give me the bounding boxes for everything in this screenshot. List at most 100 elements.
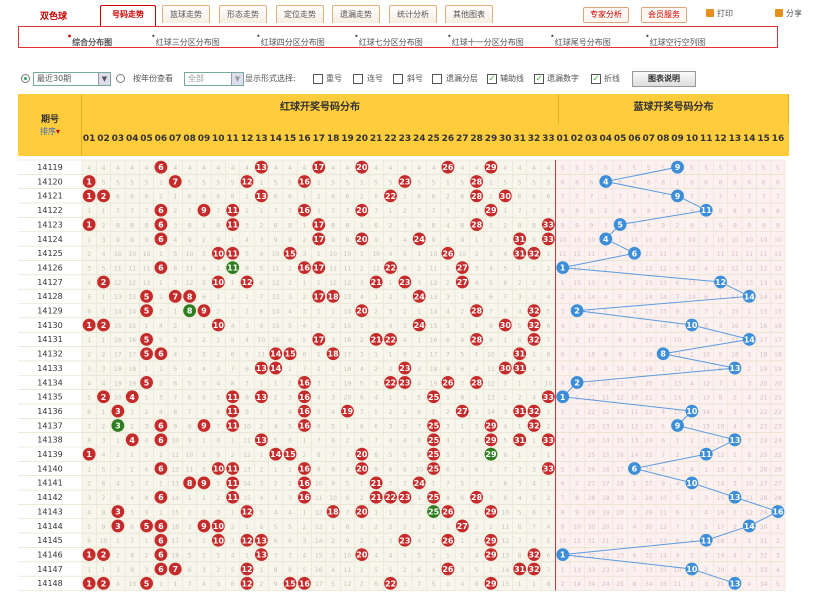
miss-count: 5	[216, 179, 220, 186]
miss-count: 6	[676, 509, 680, 516]
miss-count: 3	[518, 294, 522, 301]
miss-count: 4	[288, 509, 292, 516]
miss-count: 18	[645, 352, 653, 359]
miss-count: 1	[145, 366, 149, 373]
miss-count: 1	[460, 294, 464, 301]
miss-count: 9	[116, 237, 120, 244]
period-label: 14133	[37, 364, 62, 373]
miss-count: 6	[130, 524, 134, 531]
miss-count: 9	[719, 409, 723, 416]
ball-number: 6	[158, 350, 164, 359]
miss-count: 5	[360, 380, 364, 387]
miss-count: 8	[747, 208, 751, 215]
miss-count: 14	[659, 552, 667, 559]
miss-count: 20	[114, 395, 122, 402]
miss-count: 7	[460, 509, 464, 516]
miss-count: 9	[561, 524, 565, 531]
miss-count: 4	[747, 395, 751, 402]
miss-count: 7	[173, 280, 177, 287]
ball-number: 25	[428, 493, 440, 502]
miss-count: 1	[274, 380, 278, 387]
miss-count: 3	[202, 251, 206, 258]
miss-count: 3	[145, 567, 149, 574]
miss-count: 5	[417, 395, 421, 402]
miss-count: 2	[259, 466, 263, 473]
miss-count: 13	[717, 466, 725, 473]
miss-count: 4	[633, 309, 637, 316]
miss-count: 5	[389, 452, 393, 459]
miss-count: 1	[489, 222, 493, 229]
miss-count: 30	[588, 524, 596, 531]
miss-count: 11	[186, 265, 194, 272]
miss-count: 2	[216, 309, 220, 316]
miss-count: 1	[489, 466, 493, 473]
miss-count: 1	[159, 481, 163, 488]
miss-count: 3	[403, 581, 407, 588]
ball-number: 17	[313, 235, 324, 244]
ball-number: 25	[428, 465, 440, 474]
miss-count: 4	[417, 538, 421, 545]
miss-count: 15	[272, 323, 280, 330]
miss-count: 1	[561, 567, 565, 574]
ball-number: 12	[241, 278, 252, 287]
miss-count: 4	[575, 366, 579, 373]
miss-count: 3	[259, 481, 263, 488]
ball-number: 11	[227, 407, 239, 416]
miss-count: 6	[331, 438, 335, 445]
miss-count: 1	[446, 581, 450, 588]
miss-count: 13	[674, 380, 682, 387]
miss-count: 4	[389, 552, 393, 559]
miss-count: 3	[216, 581, 220, 588]
miss-count: 12	[502, 538, 510, 545]
ball-number: 29	[485, 163, 497, 172]
miss-count: 4	[532, 395, 536, 402]
ball-number: 23	[399, 536, 410, 545]
miss-count: 10	[415, 466, 423, 473]
miss-count: 5	[102, 466, 106, 473]
miss-count: 4	[145, 165, 149, 172]
miss-count: 10	[128, 581, 136, 588]
ball-number: 6	[158, 436, 164, 445]
miss-count: 7	[346, 509, 350, 516]
miss-count: 9	[288, 237, 292, 244]
miss-count: 6	[417, 409, 421, 416]
miss-count: 8	[417, 222, 421, 229]
period-label: 14141	[37, 479, 62, 488]
miss-count: 8	[503, 309, 507, 316]
miss-count: 1	[633, 265, 637, 272]
miss-count: 3	[403, 222, 407, 229]
miss-count: 5	[719, 165, 723, 172]
ball-number: 17	[313, 292, 324, 301]
miss-count: 7	[216, 208, 220, 215]
miss-count: 5	[331, 423, 335, 430]
miss-count: 2	[532, 366, 536, 373]
period-label: 14140	[37, 464, 62, 473]
ball-number: 5	[144, 378, 150, 387]
miss-count: 5	[446, 452, 450, 459]
miss-count: 8	[130, 552, 134, 559]
miss-count: 4	[460, 165, 464, 172]
miss-count: 13	[243, 466, 251, 473]
miss-count: 18	[114, 366, 122, 373]
miss-count: 4	[245, 237, 249, 244]
miss-count: 12	[588, 265, 596, 272]
miss-count: 10	[344, 251, 352, 258]
miss-count: 16	[760, 323, 768, 330]
ball-number: 11	[227, 393, 239, 402]
ball-number: 11	[701, 206, 713, 215]
ball-number: 21	[371, 493, 383, 502]
miss-count: 2	[575, 337, 579, 344]
miss-count: 1	[87, 208, 91, 215]
miss-count: 8	[173, 409, 177, 416]
miss-count: 4	[231, 323, 235, 330]
miss-count: 15	[702, 423, 710, 430]
ball-number: 9	[201, 479, 207, 488]
ball-number: 13	[729, 493, 740, 502]
miss-count: 12	[717, 452, 725, 459]
ball-number: 25	[428, 450, 440, 459]
miss-count: 5	[374, 409, 378, 416]
miss-count: 4	[733, 552, 737, 559]
miss-count: 4	[202, 581, 206, 588]
miss-count: 4	[202, 165, 206, 172]
miss-count: 2	[274, 395, 278, 402]
